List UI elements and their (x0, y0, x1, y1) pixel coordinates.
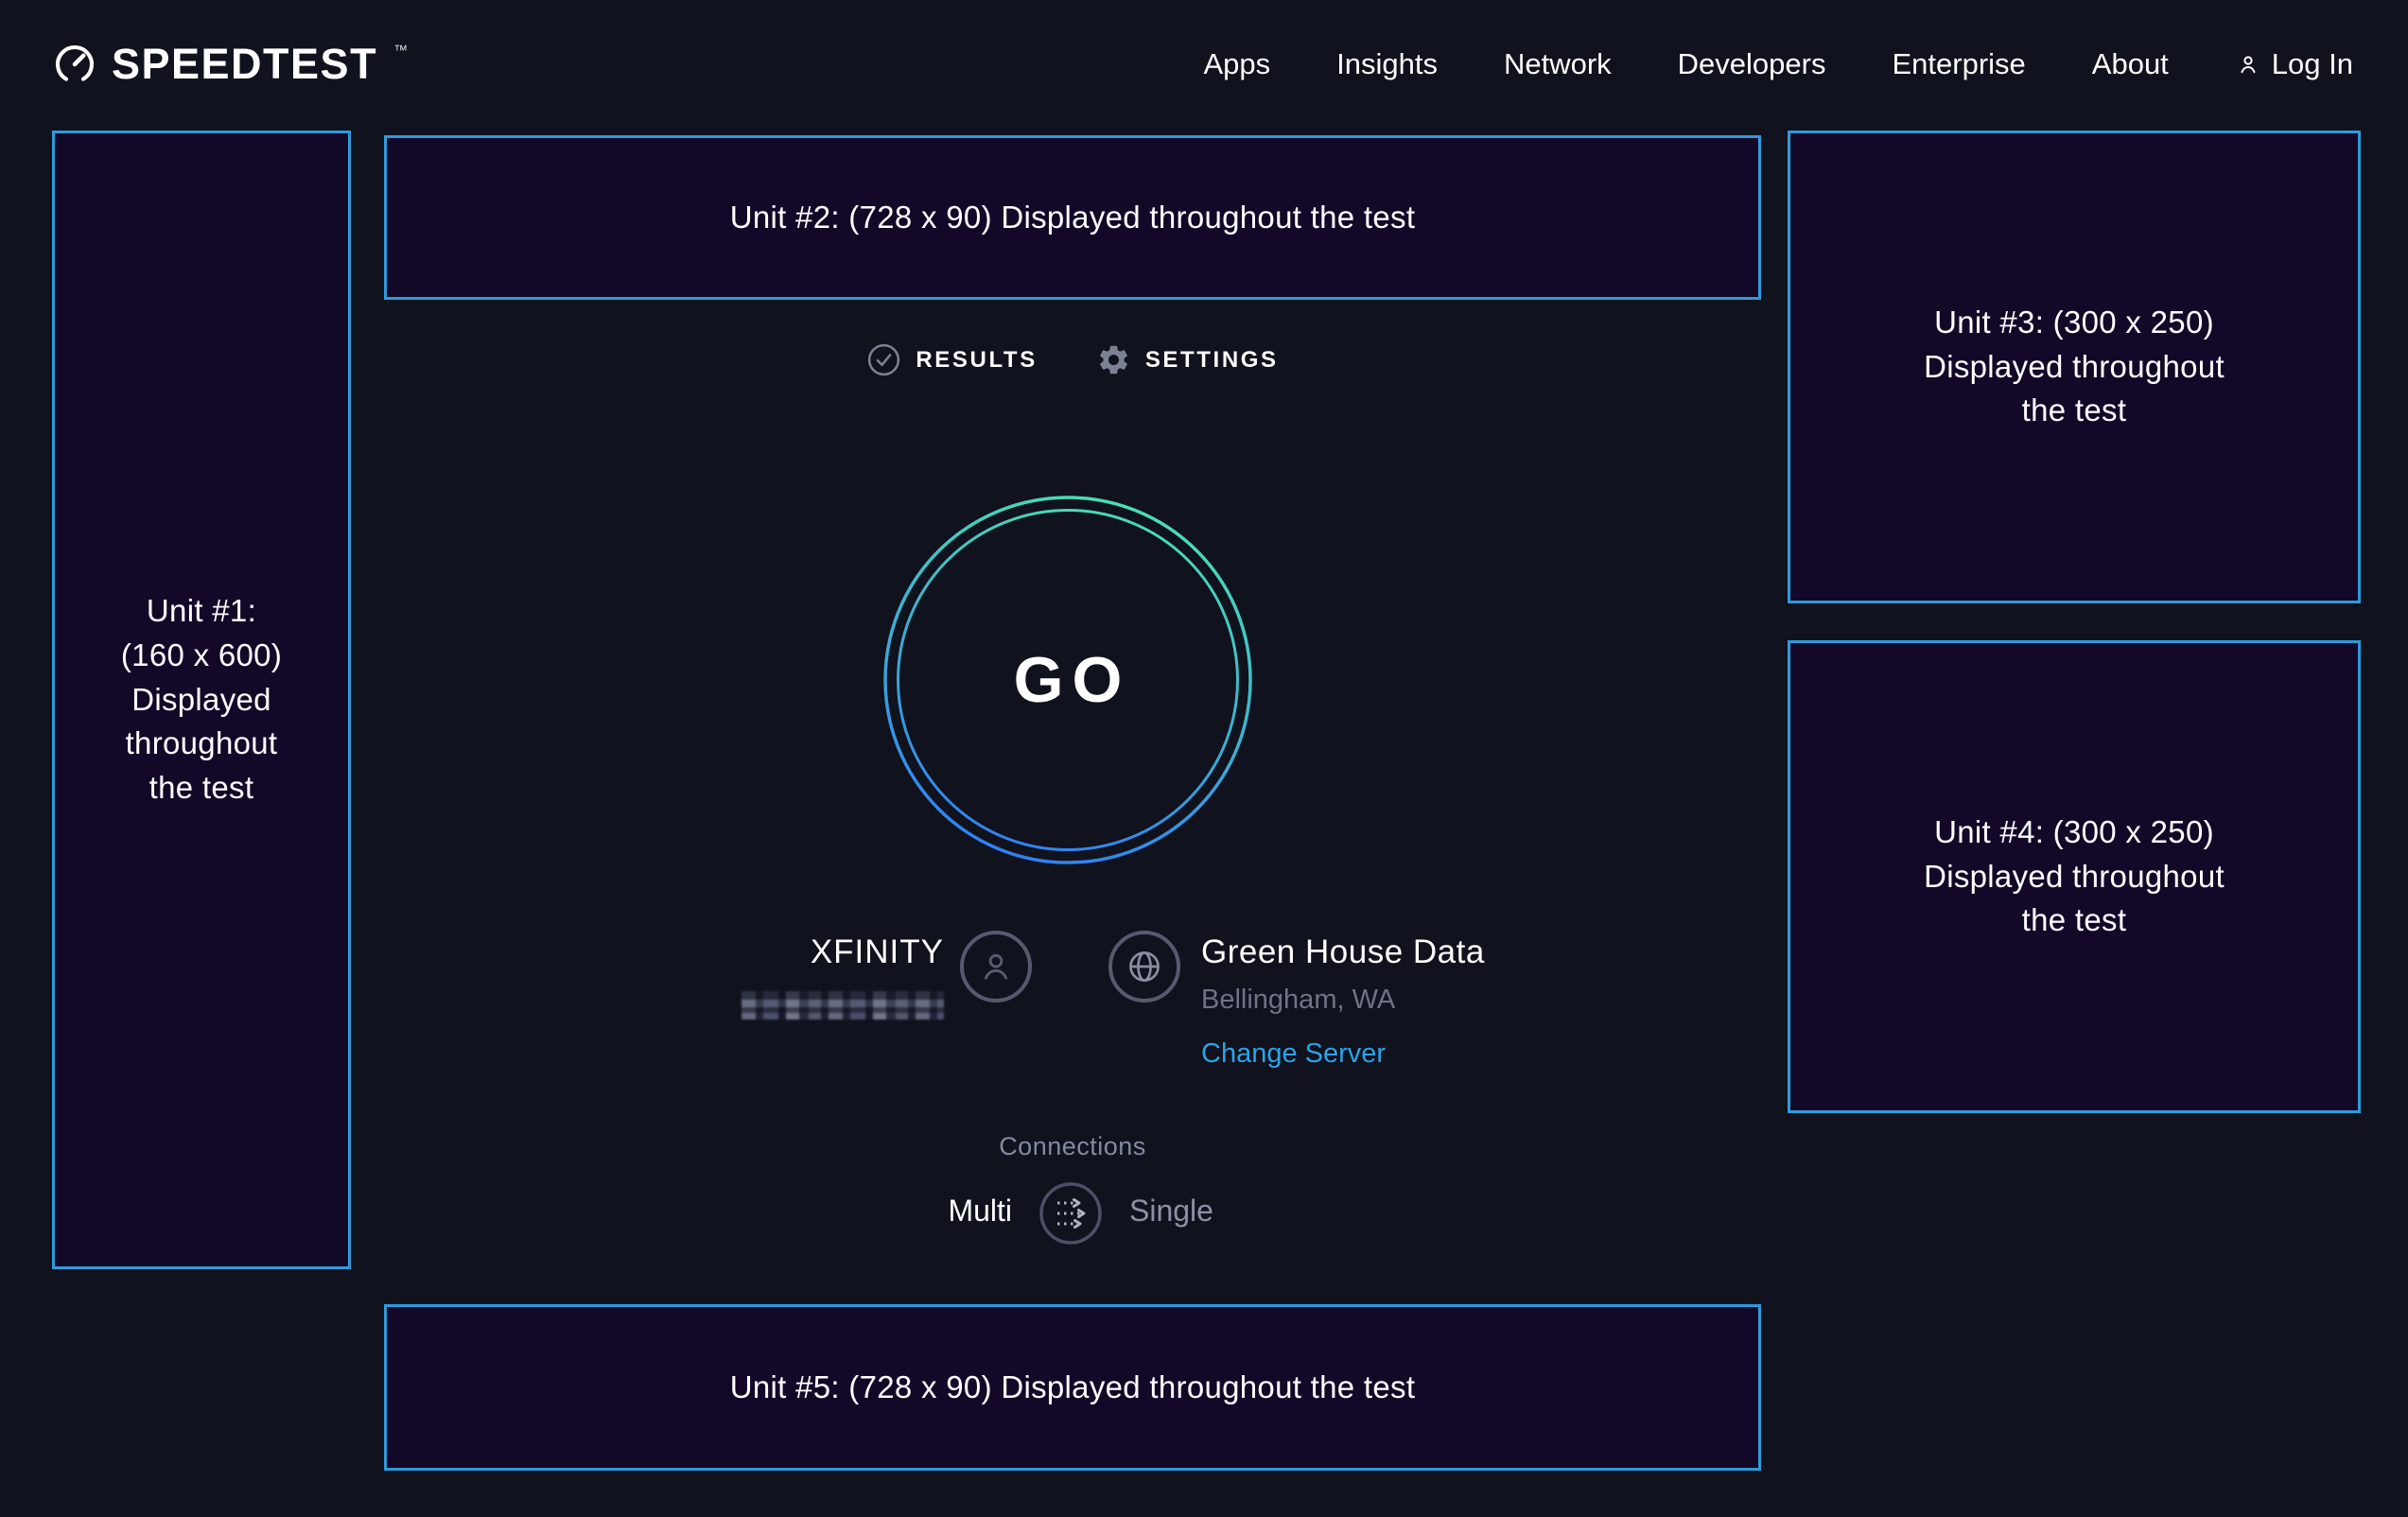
tab-results-label: RESULTS (916, 347, 1037, 374)
ad-unit-1-skyscraper[interactable]: Unit #1: (160 x 600) Displayed throughou… (52, 131, 351, 1269)
connections-label: Connections (384, 1132, 1761, 1161)
gear-icon (1096, 342, 1131, 377)
nav-item-enterprise[interactable]: Enterprise (1892, 47, 2025, 81)
nav-item-insights[interactable]: Insights (1336, 47, 1438, 81)
connections-single-option[interactable]: Single (1129, 1194, 1213, 1229)
user-icon (975, 946, 1017, 987)
change-server-link[interactable]: Change Server (1201, 1038, 1485, 1070)
go-button[interactable]: GO (879, 491, 1257, 869)
ad-unit-5-bottom-banner[interactable]: Unit #5: (728 x 90) Displayed throughout… (384, 1304, 1761, 1471)
user-icon (2235, 51, 2261, 78)
isp-name: XFINITY (662, 933, 944, 972)
speedtest-page: SPEEDTEST ™ Apps Insights Network Develo… (0, 0, 2408, 1517)
speedtest-logo[interactable]: SPEEDTEST ™ (53, 40, 408, 89)
masked-ip-address (742, 991, 944, 1020)
speedometer-gauge-icon (53, 43, 96, 86)
ad-unit-4-rectangle[interactable]: Unit #4: (300 x 250) Displayed throughou… (1788, 640, 2361, 1113)
nav-item-network[interactable]: Network (1504, 47, 1612, 81)
main-nav: Apps Insights Network Developers Enterpr… (1203, 47, 2353, 81)
check-circle-icon (866, 342, 901, 377)
logo-wordmark: SPEEDTEST (112, 40, 377, 89)
connections-toggle-icon[interactable] (1038, 1181, 1103, 1246)
ad-unit-4-text: Unit #4: (300 x 250) Displayed throughou… (1924, 811, 2225, 944)
tab-settings[interactable]: SETTINGS (1096, 342, 1279, 377)
nav-item-about[interactable]: About (2092, 47, 2169, 81)
server-info-block: Green House Data Bellingham, WA Change S… (1201, 933, 1485, 1070)
ad-unit-3-rectangle[interactable]: Unit #3: (300 x 250) Displayed throughou… (1788, 131, 2361, 603)
results-settings-tabs: RESULTS SETTINGS (384, 342, 1761, 377)
login-label: Log In (2272, 47, 2353, 81)
server-name: Green House Data (1201, 933, 1485, 972)
isp-user-icon-badge (960, 931, 1032, 1003)
trademark-symbol: ™ (393, 43, 408, 59)
nav-item-developers[interactable]: Developers (1678, 47, 1826, 81)
nav-item-apps[interactable]: Apps (1203, 47, 1270, 81)
ad-unit-5-text: Unit #5: (728 x 90) Displayed throughout… (730, 1366, 1416, 1410)
ad-unit-2-top-banner[interactable]: Unit #2: (728 x 90) Displayed throughout… (384, 135, 1761, 300)
globe-icon (1123, 945, 1166, 988)
server-location: Bellingham, WA (1201, 985, 1485, 1016)
connections-multi-option[interactable]: Multi (948, 1194, 1012, 1229)
tab-settings-label: SETTINGS (1145, 347, 1279, 374)
server-globe-icon-badge (1108, 931, 1180, 1003)
tab-results[interactable]: RESULTS (866, 342, 1037, 377)
go-button-label: GO (879, 491, 1257, 869)
login-button[interactable]: Log In (2235, 47, 2353, 81)
ad-unit-3-text: Unit #3: (300 x 250) Displayed throughou… (1924, 301, 2225, 434)
ad-unit-2-text: Unit #2: (728 x 90) Displayed throughout… (730, 196, 1416, 240)
top-nav-bar: SPEEDTEST ™ Apps Insights Network Develo… (0, 0, 2408, 129)
ad-unit-1-text: Unit #1: (160 x 600) Displayed throughou… (121, 589, 282, 811)
